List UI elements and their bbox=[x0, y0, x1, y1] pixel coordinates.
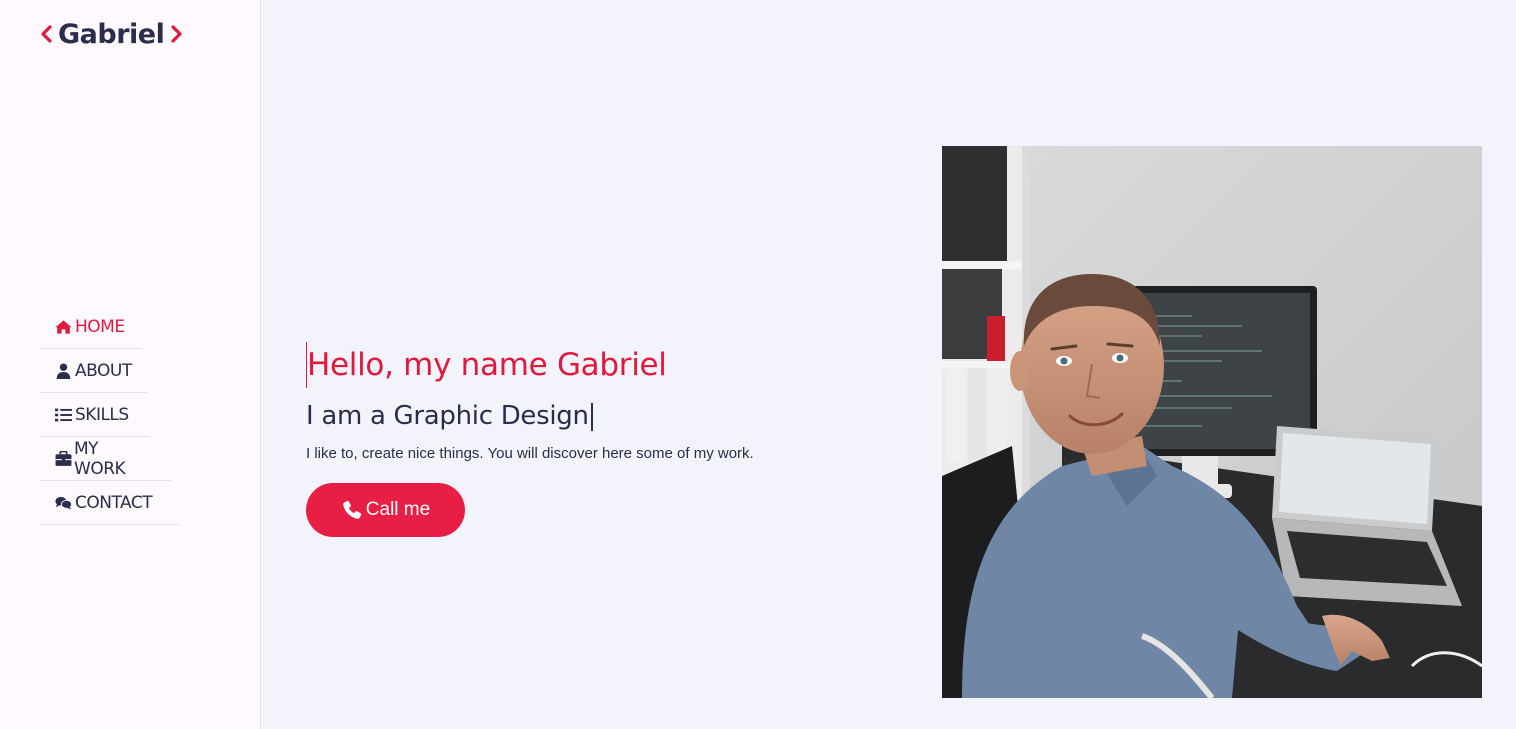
chevron-left-icon bbox=[36, 14, 56, 54]
nav-label-about: ABOUT bbox=[75, 360, 132, 381]
nav-link-home[interactable]: HOME bbox=[40, 317, 147, 337]
hero-tagline: I like to, create nice things. You will … bbox=[306, 445, 754, 462]
nav-link-skills[interactable]: SKILLS bbox=[40, 405, 151, 425]
chevron-right-icon bbox=[166, 14, 186, 54]
nav-label-skills: SKILLS bbox=[75, 404, 129, 425]
nav-link-about[interactable]: ABOUT bbox=[40, 361, 154, 381]
main-nav: HOME ABOUT SKILLS MY WORK CONTACT bbox=[40, 305, 180, 525]
nav-item-about: ABOUT bbox=[40, 349, 148, 393]
nav-label-home: HOME bbox=[75, 316, 125, 337]
phone-icon bbox=[341, 499, 363, 521]
hero-role-text: I am a Graphic Design bbox=[306, 401, 589, 431]
hero-section: Hello, my name Gabriel I am a Graphic De… bbox=[306, 342, 754, 537]
nav-link-my-work[interactable]: MY WORK bbox=[40, 439, 172, 479]
list-icon bbox=[55, 406, 74, 423]
nav-link-contact[interactable]: CONTACT bbox=[40, 493, 174, 513]
nav-label-contact: CONTACT bbox=[75, 492, 153, 513]
logo-name: Gabriel bbox=[58, 18, 165, 50]
nav-label-my-work: MY WORK bbox=[74, 438, 126, 479]
hero-role: I am a Graphic Design bbox=[306, 398, 754, 434]
logo-link[interactable]: Gabriel bbox=[36, 14, 186, 54]
call-me-button[interactable]: Call me bbox=[306, 483, 465, 537]
sidebar: Gabriel HOME ABOUT SKILLS MY WORK CONTAC… bbox=[0, 0, 261, 729]
page: Gabriel HOME ABOUT SKILLS MY WORK CONTAC… bbox=[0, 0, 1516, 729]
nav-item-skills: SKILLS bbox=[40, 393, 150, 437]
nav-item-home: HOME bbox=[40, 305, 142, 349]
nav-item-my-work: MY WORK bbox=[40, 437, 172, 481]
user-icon bbox=[55, 362, 74, 379]
nav-item-contact: CONTACT bbox=[40, 481, 180, 525]
call-me-label: Call me bbox=[365, 499, 431, 520]
home-icon bbox=[55, 318, 74, 335]
hero-greeting: Hello, my name Gabriel bbox=[306, 342, 754, 388]
profile-photo bbox=[942, 146, 1482, 698]
typing-caret bbox=[590, 402, 593, 431]
comments-icon bbox=[55, 494, 74, 511]
profile-photo-illustration bbox=[942, 146, 1482, 698]
briefcase-icon bbox=[55, 450, 73, 467]
